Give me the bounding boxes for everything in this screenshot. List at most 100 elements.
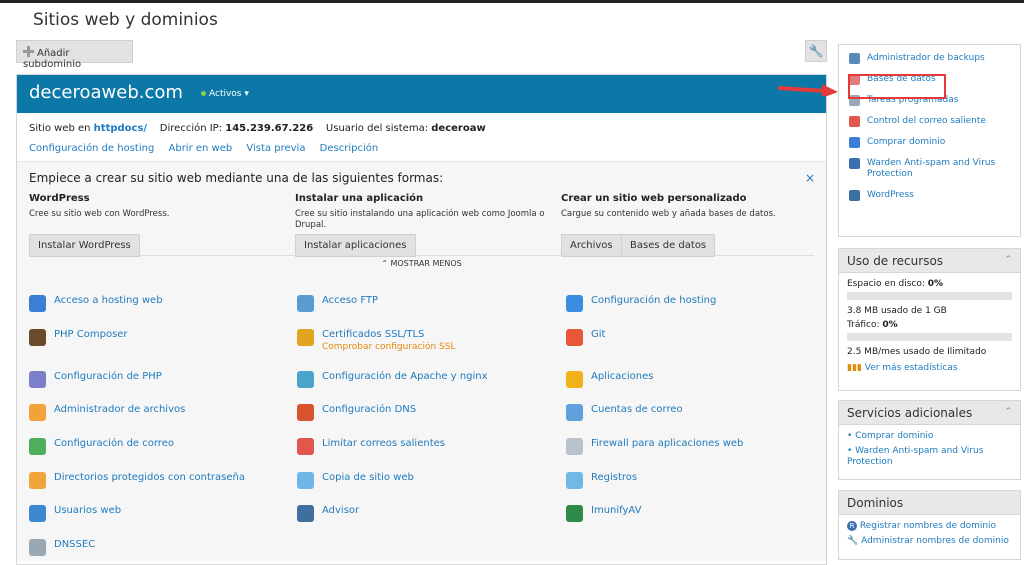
feature-ssl-lock[interactable]: Certificados SSL/TLS Comprobar configurac…	[297, 329, 456, 352]
feature-mail-accounts[interactable]: Cuentas de correo	[566, 404, 683, 421]
feature-composer[interactable]: PHP Composer	[29, 329, 128, 346]
quick-link-label: Comprar dominio	[867, 137, 946, 147]
link-open-web[interactable]: Abrir en web	[169, 143, 233, 154]
feature-label: Aplicaciones	[591, 371, 654, 382]
wordpress-icon	[849, 190, 860, 201]
services-title: Servicios adicionales	[847, 406, 973, 420]
site-path-link[interactable]: httpdocs/	[94, 123, 147, 134]
feature-dnssec[interactable]: DNSSEC	[29, 539, 95, 556]
feature-ftp-computer[interactable]: Acceso FTP	[297, 295, 378, 312]
col-heading: Crear un sitio web personalizado	[561, 193, 747, 204]
start-col-app: Instalar una aplicación Cree su sitio in…	[295, 193, 555, 257]
quick-link-warden[interactable]: Warden Anti-spam and Virus Protection	[849, 158, 1010, 180]
feature-sublink[interactable]: Comprobar configuración SSL	[322, 342, 456, 352]
status-dot-icon	[201, 91, 206, 96]
feature-apache-nginx[interactable]: Configuración de Apache y nginx	[297, 371, 488, 388]
feature-label: Certificados SSL/TLS	[322, 329, 425, 340]
link-preview[interactable]: Vista previa	[246, 143, 305, 154]
disk-value: 0%	[927, 279, 944, 289]
feature-label: Configuración de Apache y nginx	[322, 371, 488, 382]
domains-header[interactable]: Dominios	[839, 491, 1020, 515]
get-started-title: Empiece a crear su sitio web mediante un…	[29, 171, 444, 185]
feature-web-users[interactable]: Usuarios web	[29, 505, 121, 522]
bar-chart-icon: ▮▮▮	[847, 363, 862, 373]
services-header[interactable]: Servicios adicionales ⌃	[839, 401, 1020, 425]
ip-label: Dirección IP:	[159, 123, 223, 134]
feature-globe-user[interactable]: Acceso a hosting web	[29, 295, 163, 312]
domain-name[interactable]: deceroaweb.com	[29, 82, 183, 103]
quick-link-outgoing-mail[interactable]: Control del correo saliente	[849, 116, 1010, 127]
mail-accounts-icon	[566, 404, 583, 421]
link-description[interactable]: Descripción	[320, 143, 379, 154]
additional-services-panel: Servicios adicionales ⌃ • Comprar dominio…	[838, 400, 1021, 480]
feature-folder[interactable]: Administrador de archivos	[29, 404, 185, 421]
domains-title: Dominios	[847, 496, 904, 510]
globe-user-icon	[29, 295, 46, 312]
quick-link-buy-domain[interactable]: Comprar dominio	[849, 137, 1010, 148]
register-icon: R	[847, 521, 857, 531]
show-less-toggle[interactable]: ⌃ MOSTRAR MENOS	[17, 259, 826, 268]
col-desc: Cree su sitio instalando una aplicación …	[295, 209, 545, 230]
more-stats-link[interactable]: ▮▮▮ Ver más estadísticas	[847, 363, 1012, 373]
logs-icon	[566, 472, 583, 489]
manage-domains-link[interactable]: 🔧 Administrar nombres de dominio	[847, 536, 1012, 547]
install-wordpress-button[interactable]: Instalar WordPress	[29, 234, 140, 257]
feature-advisor[interactable]: Advisor	[297, 505, 359, 522]
quick-link-label: Control del correo saliente	[867, 116, 986, 126]
wrench-button[interactable]: 🔧	[805, 40, 827, 62]
backup-icon	[849, 53, 860, 64]
feature-copy-site[interactable]: Copia de sitio web	[297, 472, 414, 489]
highlight-box	[848, 74, 946, 99]
feature-label: PHP Composer	[54, 329, 128, 340]
traffic-value: 0%	[882, 320, 898, 330]
feature-php[interactable]: Configuración de PHP	[29, 371, 162, 388]
feature-label: Usuarios web	[54, 505, 122, 516]
feature-label: Configuración de hosting	[591, 295, 717, 306]
wrench-icon: 🔧	[847, 536, 859, 546]
quick-link-backup[interactable]: Administrador de backups	[849, 53, 1010, 64]
buy-domain-icon	[849, 137, 860, 148]
feature-protected-folder[interactable]: Directorios protegidos con contraseña	[29, 472, 245, 489]
feature-label: ImunifyAV	[591, 505, 642, 516]
quick-link-label: WordPress	[867, 190, 914, 200]
protected-folder-icon	[29, 472, 46, 489]
service-buy-domain[interactable]: • Comprar dominio	[847, 431, 1012, 442]
outgoing-mail-icon	[297, 438, 314, 455]
databases-button[interactable]: Bases de datos	[621, 234, 716, 257]
service-warden[interactable]: • Warden Anti-spam and Virus Protection	[847, 446, 1012, 468]
col-heading: Instalar una aplicación	[295, 193, 424, 204]
quick-link-wordpress[interactable]: WordPress	[849, 190, 1010, 201]
domain-links: Configuración de hosting Abrir en web Vi…	[29, 143, 389, 154]
feature-dns[interactable]: Configuración DNS	[297, 404, 416, 421]
chevron-up-icon[interactable]: ⌃	[1004, 407, 1012, 417]
feature-outgoing-mail[interactable]: Limitar correos salientes	[297, 438, 445, 455]
feature-mail-settings[interactable]: Configuración de correo	[29, 438, 174, 455]
get-started-panel: Empiece a crear su sitio web mediante un…	[17, 161, 826, 561]
feature-logs[interactable]: Registros	[566, 472, 637, 489]
add-subdomain-button[interactable]: Añadir subdominio	[16, 40, 133, 70]
feature-git[interactable]: Git	[566, 329, 605, 346]
traffic-bar	[847, 333, 1012, 341]
feature-label: Cuentas de correo	[591, 404, 683, 415]
feature-imunify[interactable]: ImunifyAV	[566, 505, 641, 522]
col-heading: WordPress	[29, 193, 90, 204]
register-domains-link[interactable]: R Registrar nombres de dominio	[847, 521, 1012, 532]
feature-hosting-settings[interactable]: Configuración de hosting	[566, 295, 716, 312]
resource-usage-panel: Uso de recursos ⌃ Espacio en disco: 0% 3.…	[838, 248, 1021, 391]
feature-label: Registros	[591, 472, 638, 483]
status-label: Activos	[209, 89, 242, 99]
top-border	[0, 0, 1024, 3]
install-apps-button[interactable]: Instalar aplicaciones	[295, 234, 416, 257]
quick-links-panel: Administrador de backups Bases de datos Ta…	[838, 44, 1021, 237]
php-icon	[29, 371, 46, 388]
dns-icon	[297, 404, 314, 421]
close-icon[interactable]: ×	[805, 171, 815, 185]
resource-usage-header[interactable]: Uso de recursos ⌃	[839, 249, 1020, 273]
files-button[interactable]: Archivos	[561, 234, 622, 257]
link-hosting-settings[interactable]: Configuración de hosting	[29, 143, 154, 154]
status-dropdown[interactable]: Activos ▾	[201, 89, 249, 99]
chevron-up-icon[interactable]: ⌃	[1004, 255, 1012, 265]
feature-applications-gear[interactable]: Aplicaciones	[566, 371, 653, 388]
feature-shield[interactable]: Firewall para aplicaciones web	[566, 438, 743, 455]
page-title: Sitios web y dominios	[33, 10, 218, 30]
